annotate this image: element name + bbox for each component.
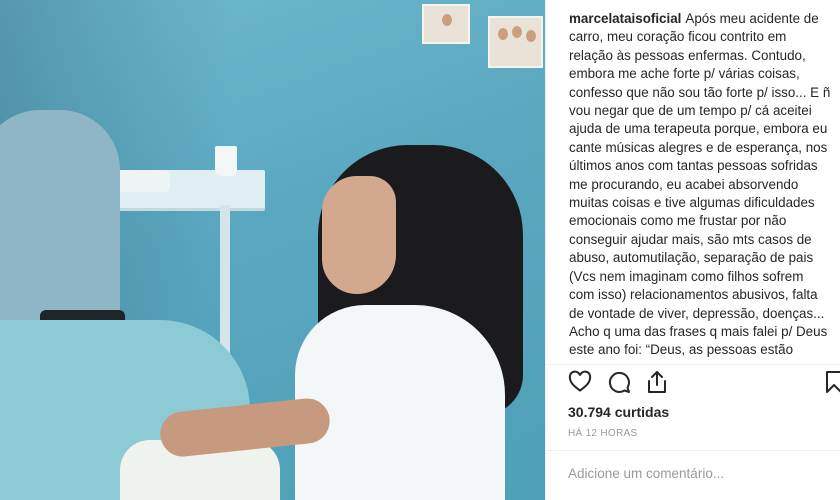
post-sidebar: marcelataisoficial Após meu acidente de c… xyxy=(545,0,840,500)
woman-face xyxy=(322,176,396,294)
comment-input[interactable] xyxy=(568,462,828,484)
wall-photo xyxy=(488,16,543,68)
action-bar xyxy=(568,370,840,396)
heart-icon[interactable] xyxy=(568,370,592,394)
bookmark-icon[interactable] xyxy=(822,370,840,394)
divider xyxy=(546,364,840,365)
caption-text: Após meu acidente de carro, meu coração … xyxy=(569,11,831,358)
plastic-cup xyxy=(215,146,237,176)
woman-white-shirt xyxy=(295,305,505,500)
post-media[interactable] xyxy=(0,0,545,500)
post-timestamp[interactable]: HÁ 12 HORAS xyxy=(568,428,637,439)
comment-bubble-icon[interactable] xyxy=(607,370,631,394)
divider xyxy=(546,450,840,451)
wall-photo xyxy=(422,4,470,44)
caption-username[interactable]: marcelataisoficial xyxy=(569,11,681,26)
like-count[interactable]: 30.794 curtidas xyxy=(568,404,669,420)
standing-person xyxy=(0,110,120,330)
post-caption: marcelataisoficial Após meu acidente de c… xyxy=(569,10,831,360)
share-icon[interactable] xyxy=(645,370,669,394)
